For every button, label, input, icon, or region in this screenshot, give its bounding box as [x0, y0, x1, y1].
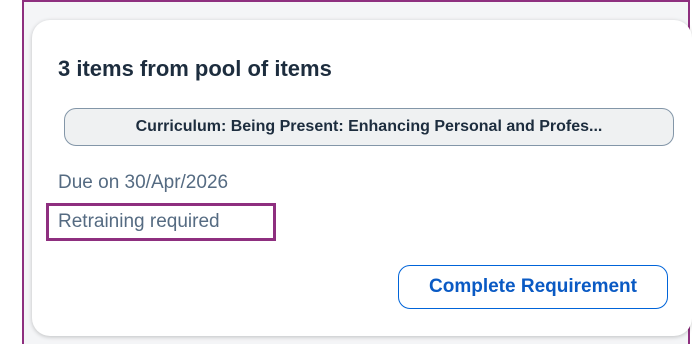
complete-requirement-button[interactable]: Complete Requirement — [398, 265, 668, 309]
requirement-card: 3 items from pool of items Curriculum: B… — [32, 20, 692, 336]
card-title: 3 items from pool of items — [58, 56, 332, 81]
retraining-status-text: Retraining required — [58, 211, 220, 232]
curriculum-item-pill[interactable]: Curriculum: Being Present: Enhancing Per… — [64, 108, 674, 146]
due-date-text: Due on 30/Apr/2026 — [58, 172, 229, 193]
